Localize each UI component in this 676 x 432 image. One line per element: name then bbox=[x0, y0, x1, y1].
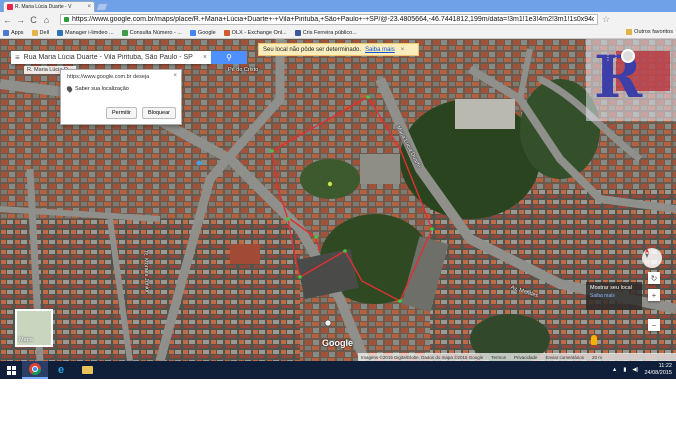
taskbar-internet-explorer[interactable]: e bbox=[48, 361, 74, 379]
address-bar-url: https://www.google.com.br/maps/place/R.+… bbox=[72, 16, 594, 23]
secure-lock-icon bbox=[64, 17, 69, 22]
maps-search-input[interactable]: Rua Maria Lúcia Duarte - Vila Pirituba, … bbox=[24, 54, 199, 61]
zoom-in-button[interactable]: + bbox=[648, 289, 660, 301]
bookmark-label: OLX - Exchange Onl... bbox=[231, 29, 287, 36]
map-attribution-bar: Imagens ©2015 DigitalGlobe, Dados do map… bbox=[358, 353, 676, 361]
other-bookmarks[interactable]: Outros favoritos bbox=[626, 29, 673, 35]
folder-icon bbox=[31, 29, 38, 36]
permission-site: https://www.google.com.br deseja bbox=[67, 74, 150, 80]
windows-taskbar: e bbox=[0, 361, 676, 379]
google-icon bbox=[189, 29, 196, 36]
taskbar-file-explorer[interactable] bbox=[74, 361, 100, 379]
folder-icon bbox=[81, 366, 93, 374]
bookmark-label: Apps bbox=[11, 29, 24, 36]
page-icon bbox=[121, 29, 128, 36]
home-button[interactable]: ⌂ bbox=[42, 15, 51, 25]
bookmark-label: Manager i-limdeo ... bbox=[65, 29, 114, 36]
facebook-icon bbox=[294, 29, 301, 36]
reload-button[interactable]: C bbox=[29, 15, 38, 25]
scale-label: 20 m bbox=[592, 354, 603, 360]
privacy-link[interactable]: Privacidade bbox=[514, 355, 538, 360]
address-bar[interactable]: https://www.google.com.br/maps/place/R.+… bbox=[60, 14, 598, 25]
tab-close-icon[interactable]: × bbox=[87, 4, 91, 10]
bookmark-item[interactable]: Consulta Número - ... bbox=[121, 29, 182, 36]
road-label-pe-do-cristo: Pé do Cristo bbox=[228, 67, 259, 73]
folder-icon bbox=[626, 29, 633, 35]
location-pin-icon bbox=[65, 85, 74, 93]
chrome-icon bbox=[29, 363, 41, 375]
bookmark-item[interactable]: Manager i-limdeo ... bbox=[57, 29, 114, 36]
account-avatar[interactable] bbox=[621, 49, 635, 63]
network-icon[interactable]: ▮ bbox=[623, 367, 626, 373]
volume-icon[interactable]: ◀) bbox=[632, 367, 638, 373]
allow-button[interactable]: Permitir bbox=[106, 107, 137, 119]
google-logo: Google bbox=[322, 338, 353, 348]
notice-text: Seu local não pôde ser determinado. bbox=[263, 46, 362, 53]
windows-logo-icon bbox=[6, 365, 16, 375]
permission-close-icon[interactable]: × bbox=[173, 73, 177, 79]
maps-search-button[interactable]: ⚲ bbox=[211, 51, 247, 64]
bookmark-label: Dell bbox=[39, 29, 50, 36]
browser-titlebar: R. Maria Lúcia Duarte - V × bbox=[0, 0, 676, 12]
map-view-thumbnail[interactable]: Mapa bbox=[15, 309, 53, 347]
compass-icon[interactable] bbox=[642, 248, 662, 268]
browser-tab[interactable]: R. Maria Lúcia Duarte - V × bbox=[3, 1, 95, 12]
bookmarks-bar: Apps Dell Manager i-limdeo ... Consulta Núm… bbox=[0, 27, 676, 39]
thumbnail-label: Mapa bbox=[19, 337, 33, 343]
tab-title: R. Maria Lúcia Duarte - V bbox=[15, 4, 72, 10]
location-permission-popup: https://www.google.com.br deseja × Saber… bbox=[60, 69, 182, 125]
new-tab-button[interactable] bbox=[95, 3, 109, 11]
page-icon bbox=[57, 29, 64, 36]
hamburger-menu-icon[interactable]: ≡ bbox=[15, 53, 20, 62]
page-icon bbox=[223, 29, 230, 36]
rotate-icon: ↻ bbox=[650, 273, 658, 283]
forward-button[interactable]: → bbox=[16, 15, 25, 25]
system-tray: ▲ ▮ ◀) 11:22 24/08/2015 bbox=[612, 361, 672, 379]
rotate-view-button[interactable]: ↻ bbox=[648, 272, 660, 284]
feedback-link[interactable]: Enviar comentários bbox=[546, 355, 585, 360]
notice-close-icon[interactable]: × bbox=[401, 47, 405, 53]
maps-search-box[interactable]: ≡ Rua Maria Lúcia Duarte - Vila Pirituba… bbox=[11, 51, 211, 64]
clear-search-icon[interactable]: × bbox=[203, 54, 207, 61]
bookmark-star-icon[interactable]: ☆ bbox=[602, 14, 610, 25]
bookmark-label: Cris Ferreira público... bbox=[302, 29, 357, 36]
attribution-copyright: Imagens ©2015 DigitalGlobe, Dados do map… bbox=[361, 354, 484, 360]
tray-up-arrow-icon[interactable]: ▲ bbox=[612, 367, 617, 373]
my-location-panel[interactable]: Mostrar seu local Saiba mais bbox=[586, 282, 642, 310]
clock-time: 11:22 bbox=[658, 363, 672, 369]
my-location-title: Mostrar seu local bbox=[590, 285, 632, 291]
other-bookmarks-label: Outros favoritos bbox=[634, 29, 673, 35]
clock-date: 24/08/2015 bbox=[644, 370, 672, 376]
internet-explorer-icon: e bbox=[57, 364, 65, 376]
satellite-map[interactable]: ≡ Rua Maria Lúcia Duarte - Vila Pirituba… bbox=[0, 39, 676, 361]
taskbar-clock[interactable]: 11:22 24/08/2015 bbox=[644, 363, 672, 377]
bookmark-label: Google bbox=[197, 29, 216, 36]
notice-learn-more-link[interactable]: Saiba mais bbox=[365, 47, 395, 53]
bookmark-item[interactable]: Apps bbox=[3, 29, 24, 36]
bookmark-item[interactable]: Google bbox=[189, 29, 216, 36]
back-button[interactable]: ← bbox=[3, 15, 12, 25]
blank-area bbox=[0, 379, 676, 432]
bookmark-item[interactable]: Dell bbox=[31, 29, 50, 36]
bookmark-item[interactable]: Cris Ferreira público... bbox=[294, 29, 357, 36]
maps-favicon-icon bbox=[7, 4, 13, 10]
screen: R. Maria Lúcia Duarte - V × ← → C ⌂ http… bbox=[0, 0, 676, 432]
search-icon: ⚲ bbox=[226, 53, 232, 62]
block-button[interactable]: Bloquear bbox=[141, 107, 176, 119]
my-location-link[interactable]: Saiba mais bbox=[590, 293, 638, 299]
location-notice: Seu local não pôde ser determinado. Saib… bbox=[258, 43, 419, 56]
bookmark-item[interactable]: OLX - Exchange Onl... bbox=[223, 29, 287, 36]
apps-icon bbox=[3, 29, 9, 36]
taskbar-chrome[interactable] bbox=[22, 361, 48, 379]
start-button[interactable] bbox=[0, 361, 22, 379]
bookmark-label: Consulta Número - ... bbox=[129, 29, 182, 36]
street-view-pegman-icon[interactable] bbox=[591, 335, 597, 345]
zoom-out-button[interactable]: − bbox=[648, 319, 660, 331]
terms-link[interactable]: Termos bbox=[491, 355, 506, 360]
permission-request: Saber sua localização bbox=[75, 86, 129, 92]
